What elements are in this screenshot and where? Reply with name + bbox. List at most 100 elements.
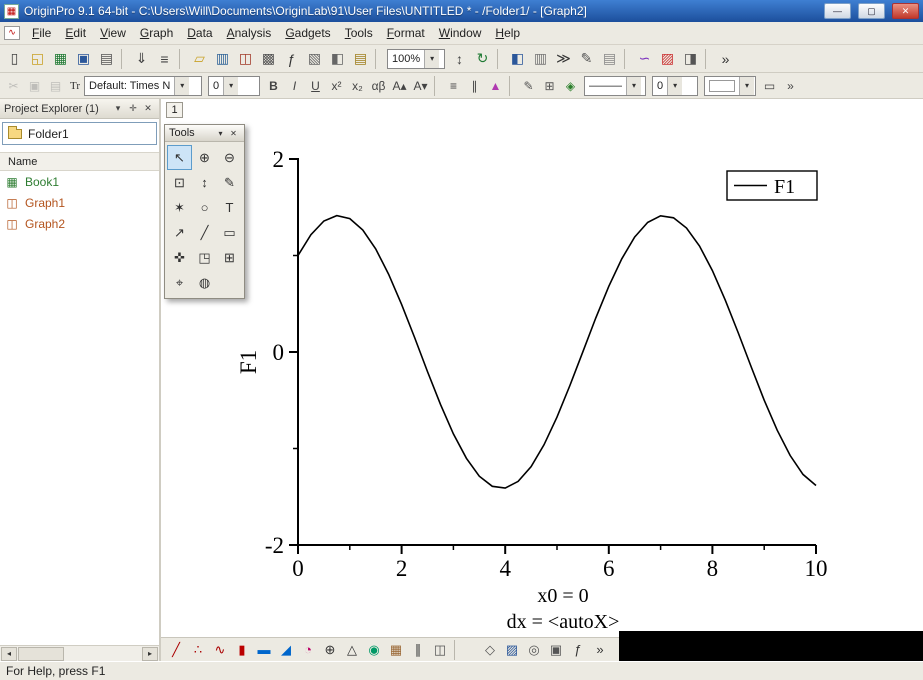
new-notes-button[interactable]: ▤ <box>349 48 372 70</box>
rotate-tool[interactable]: ◍ <box>192 270 217 295</box>
insert-graph-tool[interactable]: ◳ <box>192 245 217 270</box>
palette-close-button[interactable]: ✕ <box>227 127 240 140</box>
menu-item[interactable]: Edit <box>58 23 93 43</box>
reader-tool[interactable]: ⌖ <box>167 270 192 295</box>
pencil-tool-button[interactable]: ✎ <box>518 76 539 96</box>
color-palette-button[interactable]: ▨ <box>656 48 679 70</box>
curve-f1[interactable] <box>297 214 817 489</box>
greek-button[interactable]: αβ <box>368 76 389 96</box>
maximize-button[interactable]: ▢ <box>858 3 885 19</box>
chevron-down-icon[interactable]: ▾ <box>424 49 440 68</box>
results-log-button[interactable]: ▥ <box>529 48 552 70</box>
underline-button[interactable]: U <box>305 76 326 96</box>
paste-button[interactable]: ▤ <box>45 76 66 96</box>
menu-item[interactable]: Format <box>380 23 432 43</box>
scatter-plot-button[interactable]: ∴ <box>187 640 209 660</box>
scrollbar-thumb[interactable] <box>18 646 64 661</box>
menu-item[interactable]: Analysis <box>220 23 279 43</box>
close-panel-button[interactable]: ✕ <box>141 102 155 116</box>
arrow-tool[interactable]: ↗ <box>167 220 192 245</box>
insert-equation-tool[interactable]: ⊞ <box>217 245 242 270</box>
function-plot-button[interactable]: ƒ <box>567 640 589 660</box>
code-builder-button[interactable]: ✎ <box>575 48 598 70</box>
pan-tool[interactable]: ✜ <box>167 245 192 270</box>
area-plot-button[interactable]: ◢ <box>275 640 297 660</box>
rectangle-tool[interactable]: ▭ <box>217 220 242 245</box>
tree-item-graph2[interactable]: ◫ Graph2 <box>0 213 159 234</box>
line-symbol-plot-button[interactable]: ∿ <box>209 640 231 660</box>
menu-item[interactable]: View <box>93 23 133 43</box>
menu-item[interactable]: Window <box>432 23 489 43</box>
new-folder-button[interactable]: ▱ <box>188 48 211 70</box>
menu-item[interactable]: Help <box>488 23 527 43</box>
bubble-plot-button[interactable]: ◉ <box>363 640 385 660</box>
script-window-button[interactable]: ▤ <box>598 48 621 70</box>
chevron-down-icon[interactable]: ▾ <box>626 76 641 95</box>
increase-font-button[interactable]: A▴ <box>389 76 410 96</box>
open-excel-button[interactable]: ▦ <box>49 48 72 70</box>
save-project-button[interactable]: ▣ <box>72 48 95 70</box>
text-tool[interactable]: T <box>217 195 242 220</box>
font-color-button[interactable]: ▲ <box>485 76 506 96</box>
line-tool[interactable]: ╱ <box>192 220 217 245</box>
move-data-tool[interactable]: ↕ <box>192 170 217 195</box>
graph-page-tab[interactable]: 1 <box>166 102 183 118</box>
palette-menu-button[interactable]: ▾ <box>214 127 227 140</box>
scroll-right-arrow[interactable]: ▸ <box>142 646 158 661</box>
stock-plot-button[interactable]: ∥ <box>407 640 429 660</box>
toolbar-options-button[interactable]: » <box>714 48 737 70</box>
bold-button[interactable]: B <box>263 76 284 96</box>
menu-item[interactable]: File <box>25 23 58 43</box>
ternary-plot-button[interactable]: △ <box>341 640 363 660</box>
add-color-scale-button[interactable]: ◨ <box>679 48 702 70</box>
rescale-button[interactable]: ↕ <box>448 48 471 70</box>
3d-scatter-button[interactable]: ◇ <box>479 640 501 660</box>
polar-plot-button[interactable]: ⊕ <box>319 640 341 660</box>
fit-wizard-button[interactable]: ∽ <box>633 48 656 70</box>
horizontal-scrollbar[interactable]: ◂ ▸ <box>0 645 159 661</box>
chevron-down-icon[interactable]: ▾ <box>174 76 190 95</box>
chevron-down-icon[interactable]: ▾ <box>739 76 754 95</box>
cut-button[interactable]: ✂ <box>3 76 24 96</box>
command-window-button[interactable]: ≫ <box>552 48 575 70</box>
zoom-combo[interactable]: 100% ▾ <box>387 48 445 69</box>
new-matrix-button[interactable]: ▩ <box>257 48 280 70</box>
zoom-in-tool[interactable]: ⊕ <box>192 145 217 170</box>
pie-chart-button[interactable]: ◔ <box>297 640 319 660</box>
column-plot-button[interactable]: ▮ <box>231 640 253 660</box>
new-project-button[interactable]: ▯ <box>3 48 26 70</box>
draw-data-tool[interactable]: ✎ <box>217 170 242 195</box>
fill-color-combo[interactable]: ▾ <box>704 75 756 96</box>
line-style-combo[interactable]: ——— ▾ <box>584 75 646 96</box>
minimize-button[interactable]: — <box>824 3 851 19</box>
project-explorer-toggle[interactable]: ◧ <box>506 48 529 70</box>
folder-selector[interactable]: Folder1 <box>2 122 157 145</box>
menu-item[interactable]: Graph <box>133 23 180 43</box>
subscript-button[interactable]: x₂ <box>347 76 368 96</box>
decrease-font-button[interactable]: A▾ <box>410 76 431 96</box>
superscript-button[interactable]: x² <box>326 76 347 96</box>
tools-palette[interactable]: Tools ▾ ✕ ↖ ⊕ ⊖ ⊡ ↕ ✎ ✶ ○ T ↗ ╱ ▭ ✜ ◳ ⊞ ⌖ ◍ <box>164 124 245 299</box>
new-layout-button[interactable]: ◧ <box>326 48 349 70</box>
menu-item[interactable]: Gadgets <box>278 23 337 43</box>
tree-item-book1[interactable]: ▦ Book1 <box>0 171 159 192</box>
y-axis-title[interactable]: F1 <box>236 350 261 374</box>
font-size-combo[interactable]: 0 ▾ <box>208 75 260 96</box>
tree-item-graph1[interactable]: ◫ Graph1 <box>0 192 159 213</box>
copy-button[interactable]: ▣ <box>24 76 45 96</box>
menu-item[interactable]: Data <box>180 23 219 43</box>
selection-on-active-plot-tool[interactable]: ⊡ <box>167 170 192 195</box>
x-annotation-2[interactable]: dx = <autoX> <box>507 611 620 633</box>
pointer-tool[interactable]: ↖ <box>167 145 192 170</box>
new-graph-button[interactable]: ◫ <box>234 48 257 70</box>
3d-surface-button[interactable]: ▨ <box>501 640 523 660</box>
distribute-button[interactable]: ∥ <box>464 76 485 96</box>
italic-button[interactable]: I <box>284 76 305 96</box>
line-plot-button[interactable]: ╱ <box>165 640 187 660</box>
bar-plot-button[interactable]: ▬ <box>253 640 275 660</box>
tools-palette-titlebar[interactable]: Tools ▾ ✕ <box>165 125 244 142</box>
name-column-header[interactable]: Name <box>0 152 159 171</box>
line-width-combo[interactable]: 0 ▾ <box>652 75 698 96</box>
align-button[interactable]: ≡ <box>443 76 464 96</box>
open-button[interactable]: ◱ <box>26 48 49 70</box>
